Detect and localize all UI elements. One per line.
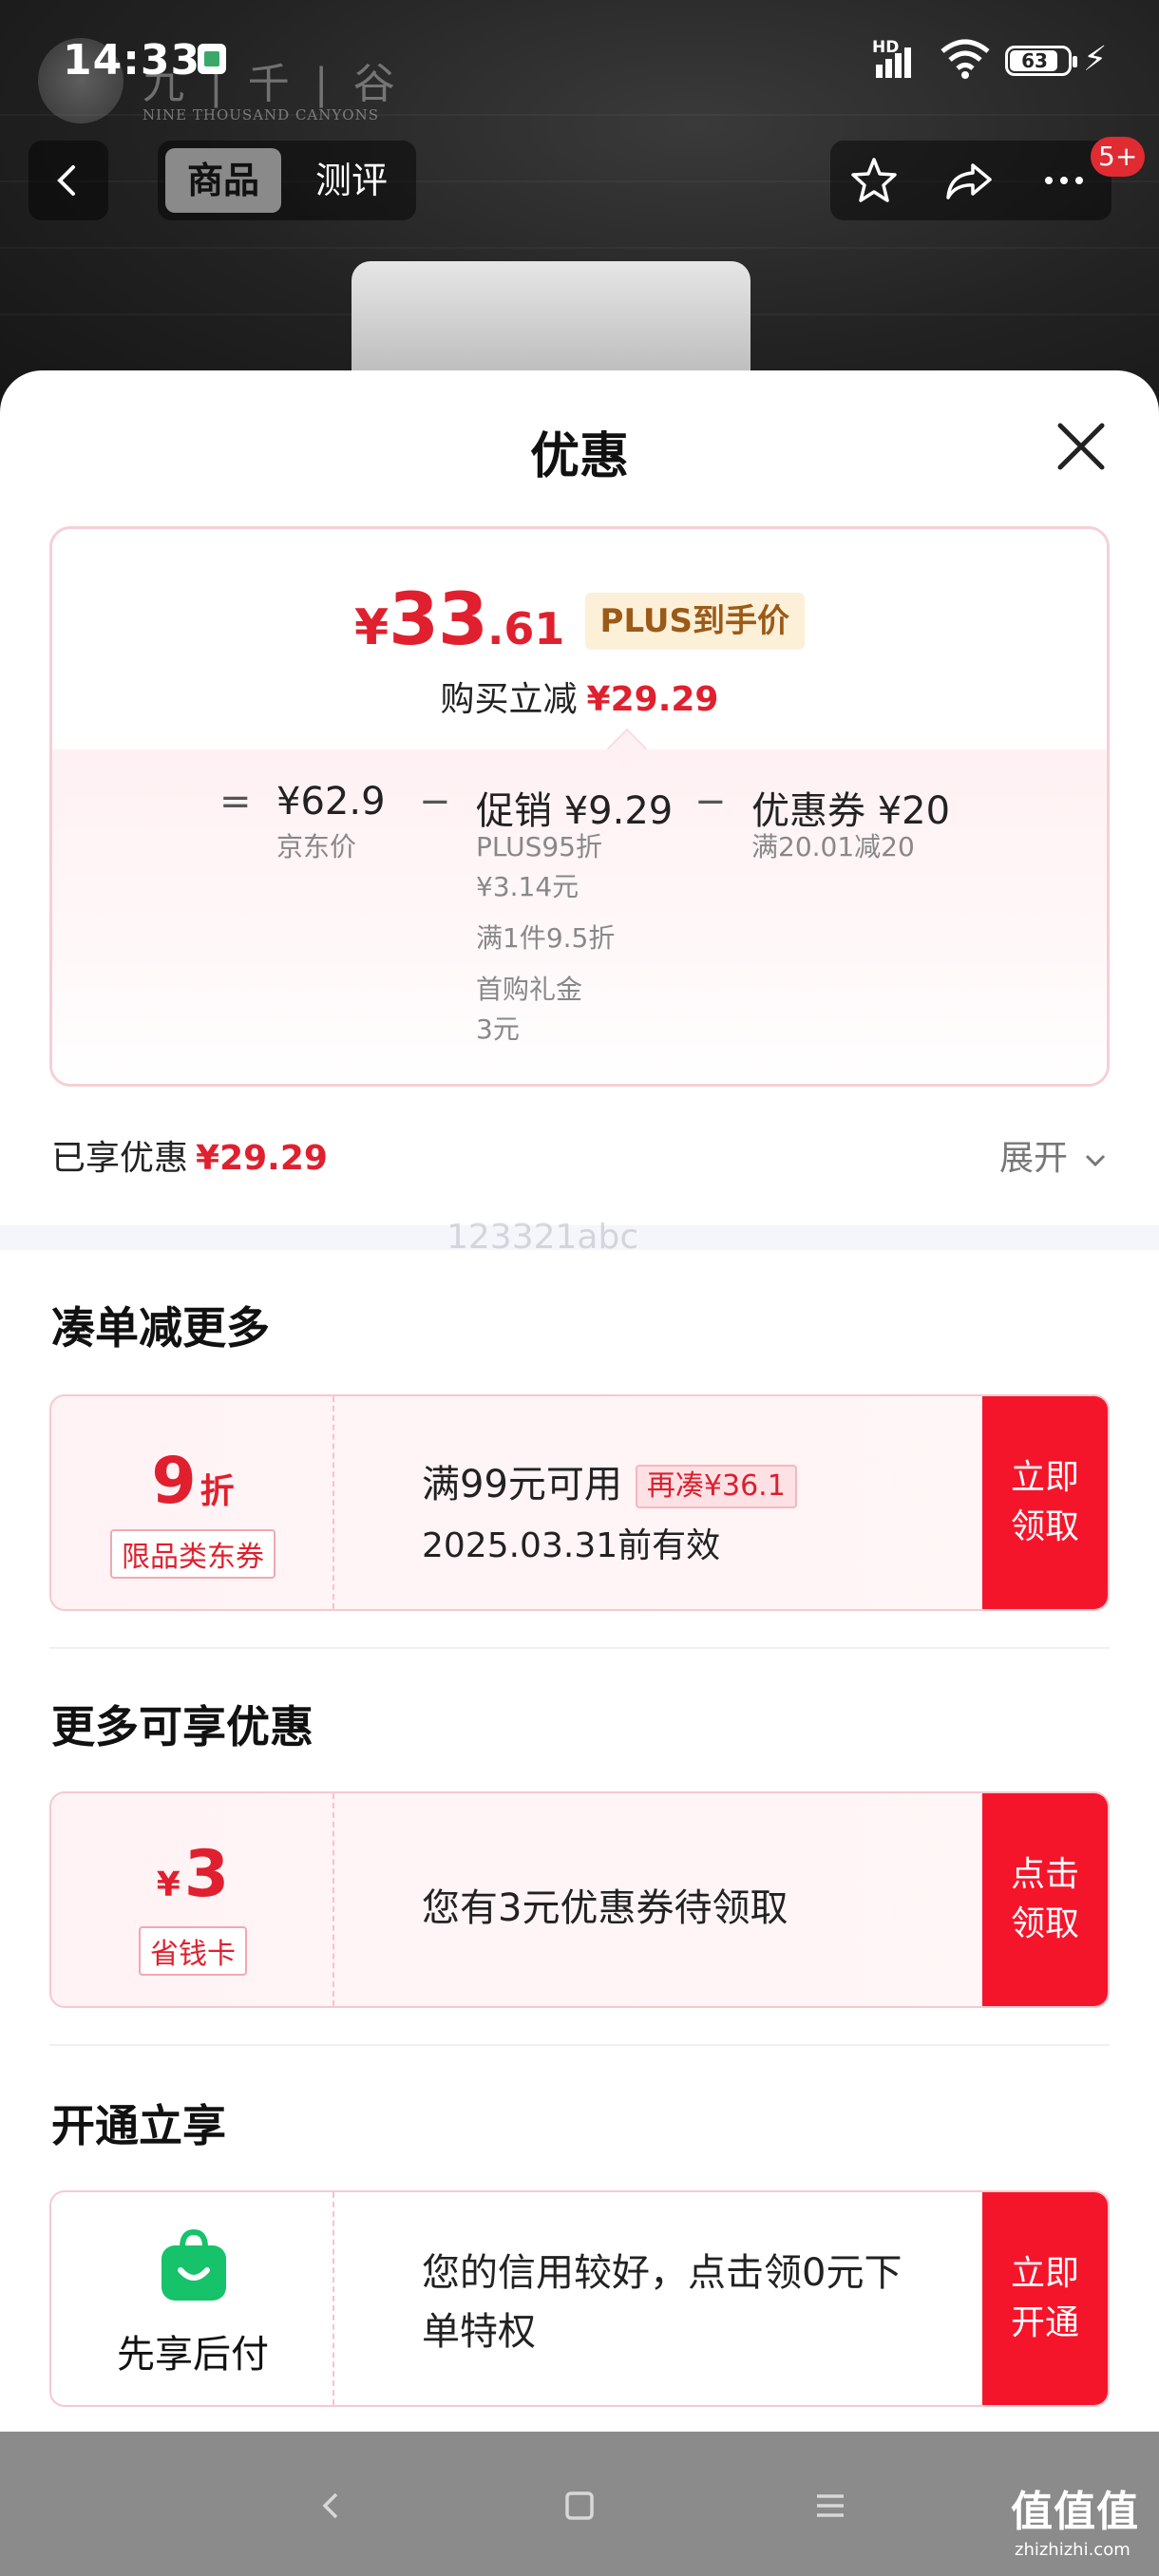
system-menu-button[interactable]: [802, 2477, 859, 2534]
watermark-url: zhizhizhi.com: [1015, 2540, 1130, 2560]
discount-sheet: 优惠 ¥33.61 PLUS到手价 购买立减 ¥29.29 = ¥62.9 京东价…: [0, 370, 1159, 2432]
price-currency: ¥: [353, 599, 390, 656]
section-title-open: 开通立享: [51, 2100, 226, 2151]
price-decimal: .61: [486, 603, 565, 654]
price-formula: = ¥62.9 京东价 − 促销 ¥9.29 PLUS95折 ¥3.14元 满1…: [52, 749, 1107, 1084]
claim-savings-button[interactable]: 点击 领取: [982, 1793, 1108, 2006]
watermark-brand: 值值值: [1011, 2488, 1139, 2536]
watermark-text: 123321abc: [446, 1218, 639, 1257]
claim-coupon-button[interactable]: 立即 领取: [982, 1396, 1108, 1609]
battery-icon: 63: [1005, 46, 1077, 76]
promo-item: 满1件9.5折: [476, 922, 616, 954]
section-title-more: 更多可享优惠: [51, 1701, 314, 1752]
reduction-amount: ¥29.29: [586, 680, 719, 719]
battery-level: 63: [1021, 49, 1048, 72]
pay-later-label: 先享后付: [117, 2333, 269, 2377]
action-buttons: [830, 141, 1112, 220]
minus-sign: −: [694, 780, 727, 824]
plus-price-tag: PLUS到手价: [584, 593, 805, 650]
coupon-rule: 满20.01减20: [751, 831, 915, 862]
coupon-details: 满99元可用 再凑¥36.1 2025.03.31前有效: [336, 1396, 984, 1609]
divider: [49, 1647, 1110, 1649]
enjoyed-amount: ¥29.29: [196, 1139, 328, 1178]
pay-later-desc-line2: 单特权: [422, 2310, 536, 2354]
system-navigation-bar: 值值值 zhizhizhi.com: [0, 2432, 1159, 2576]
promo-item: 首购礼金: [476, 974, 583, 1005]
system-back-button[interactable]: [304, 2477, 361, 2534]
reduction-label: 购买立减: [440, 680, 578, 719]
coupon-discount: 9折: [51, 1444, 334, 1519]
divider: [49, 2044, 1110, 2046]
system-home-button[interactable]: [551, 2477, 608, 2534]
promo-item: ¥3.14元: [476, 871, 580, 902]
pay-later-card: 先享后付 您的信用较好，点击领0元下 单特权 立即 开通: [49, 2190, 1110, 2407]
expand-button[interactable]: 展开: [999, 1130, 1109, 1180]
coupon-scope-tag: 限品类东券: [110, 1529, 276, 1579]
final-price: ¥33.61 PLUS到手价: [52, 577, 1107, 662]
sheet-title: 优惠: [529, 428, 629, 485]
jd-price-label: 京东价: [276, 831, 357, 862]
wifi-icon: [940, 39, 990, 79]
expand-label: 展开: [999, 1139, 1069, 1178]
favorite-button[interactable]: [844, 150, 904, 211]
price-integer: 33: [389, 577, 488, 661]
product-tabs: 商品 测评: [158, 141, 416, 220]
promo-item: PLUS95折: [476, 831, 602, 862]
star-icon: [851, 158, 897, 202]
savings-desc: 您有3元优惠券待领取: [422, 1886, 788, 1930]
savings-details: 您有3元优惠券待领取: [336, 1793, 984, 2006]
savings-currency: ¥: [156, 1866, 180, 1904]
activate-button[interactable]: 立即 开通: [982, 2192, 1108, 2405]
purchase-reduction: 购买立减 ¥29.29: [52, 672, 1107, 721]
coupon-card-discount: 9折 限品类东券 满99元可用 再凑¥36.1 2025.03.31前有效 立即 …: [49, 1394, 1110, 1611]
status-bar: 14:33 HD 63 ⚡: [0, 0, 1159, 114]
savings-amount: ¥3: [51, 1837, 334, 1912]
close-icon: [1057, 423, 1105, 470]
pay-later-details: 您的信用较好，点击领0元下 单特权: [336, 2192, 984, 2405]
promo-item: 3元: [476, 1013, 520, 1045]
menu-icon: [817, 2494, 844, 2517]
status-time: 14:33: [63, 36, 201, 85]
coupon-card-savings: ¥3 省钱卡 您有3元优惠券待领取 点击 领取: [49, 1791, 1110, 2008]
pay-later-service: 先享后付: [51, 2192, 334, 2405]
share-button[interactable]: [939, 150, 999, 211]
coupon-condition: 满99元可用: [422, 1463, 622, 1506]
tab-review[interactable]: 测评: [294, 148, 408, 213]
section-title-combine: 凑单减更多: [51, 1302, 270, 1354]
back-icon: [322, 2492, 338, 2519]
more-button[interactable]: [1034, 150, 1094, 211]
shopping-bag-icon: [162, 2228, 226, 2301]
price-breakdown-card: ¥33.61 PLUS到手价 购买立减 ¥29.29 = ¥62.9 京东价 − …: [49, 526, 1110, 1087]
pay-later-desc-line1: 您的信用较好，点击领0元下: [422, 2251, 902, 2295]
jd-price: ¥62.9: [276, 780, 386, 824]
enjoyed-discount: 已享优惠 ¥29.29: [51, 1130, 328, 1180]
discount-unit: 折: [200, 1472, 235, 1511]
back-button[interactable]: [28, 141, 108, 220]
chevron-down-icon: [1086, 1154, 1106, 1167]
coupon-expiry: 2025.03.31前有效: [422, 1526, 721, 1565]
back-icon: [57, 165, 75, 196]
savings-card-tag: 省钱卡: [139, 1926, 247, 1976]
home-icon: [565, 2491, 594, 2520]
more-icon: [1045, 177, 1083, 184]
savings-value: ¥3 省钱卡: [51, 1793, 334, 2006]
savings-number: 3: [183, 1837, 230, 1912]
discount-value: 9: [151, 1444, 197, 1519]
add-more-tag: 再凑¥36.1: [635, 1465, 797, 1508]
charging-icon: ⚡: [1083, 40, 1108, 79]
enjoyed-label: 已享优惠: [51, 1139, 189, 1178]
close-button[interactable]: [1051, 416, 1112, 477]
share-icon: [946, 163, 992, 199]
notification-icon: [198, 44, 226, 74]
tab-product[interactable]: 商品: [165, 148, 281, 213]
coupon-value: 9折 限品类东券: [51, 1396, 334, 1609]
minus-sign: −: [419, 780, 451, 824]
equals-sign: =: [219, 780, 252, 824]
message-count-badge: 5+: [1091, 137, 1146, 177]
